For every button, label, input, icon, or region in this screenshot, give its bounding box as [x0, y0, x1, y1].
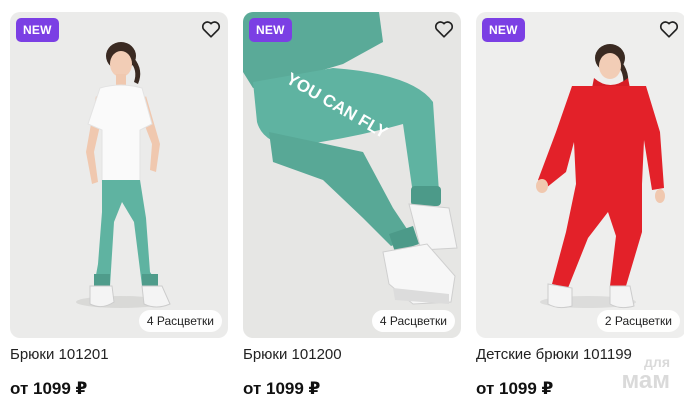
new-badge: NEW	[482, 18, 525, 42]
girl-white-tshirt-mint-pants-photo	[76, 42, 171, 308]
new-badge: NEW	[249, 18, 292, 42]
product-photo[interactable]: NEW 2 Расцветки	[476, 12, 684, 338]
product-card[interactable]: NEW 2 Расцветки Детские брюки 101199 от …	[476, 12, 684, 405]
heart-outline-icon[interactable]	[433, 18, 455, 40]
product-photo[interactable]: YOU CAN FLY NEW 4 Расцветки	[243, 12, 461, 338]
product-price: от 1099 ₽	[243, 379, 321, 398]
product-price: от 1099 ₽	[10, 379, 88, 398]
colors-count-button[interactable]: 4 Расцветки	[138, 310, 222, 332]
mint-pants-you-can-fly-closeup-photo: YOU CAN FLY	[243, 12, 458, 305]
product-card[interactable]: NEW 4 Расцветки Брюки 101201 от 1099 ₽	[10, 12, 228, 405]
watermark-logo: для мам	[621, 354, 670, 394]
heart-outline-icon[interactable]	[658, 18, 680, 40]
colors-count-button[interactable]: 4 Расцветки	[371, 310, 455, 332]
product-photo[interactable]: NEW 4 Расцветки	[10, 12, 228, 338]
colors-count-button[interactable]: 2 Расцветки	[596, 310, 680, 332]
product-card[interactable]: YOU CAN FLY NEW 4 Расцветки Брюки 101200…	[243, 12, 461, 405]
heart-outline-icon[interactable]	[200, 18, 222, 40]
product-name[interactable]: Детские брюки 101199	[476, 346, 632, 363]
girl-red-hoodie-red-pants-photo	[536, 44, 665, 309]
new-badge: NEW	[16, 18, 59, 42]
product-name[interactable]: Брюки 101201	[10, 346, 109, 363]
product-grid: NEW 4 Расцветки Брюки 101201 от 1099 ₽ Y…	[0, 0, 684, 405]
product-name[interactable]: Брюки 101200	[243, 346, 342, 363]
product-price: от 1099 ₽	[476, 379, 554, 398]
